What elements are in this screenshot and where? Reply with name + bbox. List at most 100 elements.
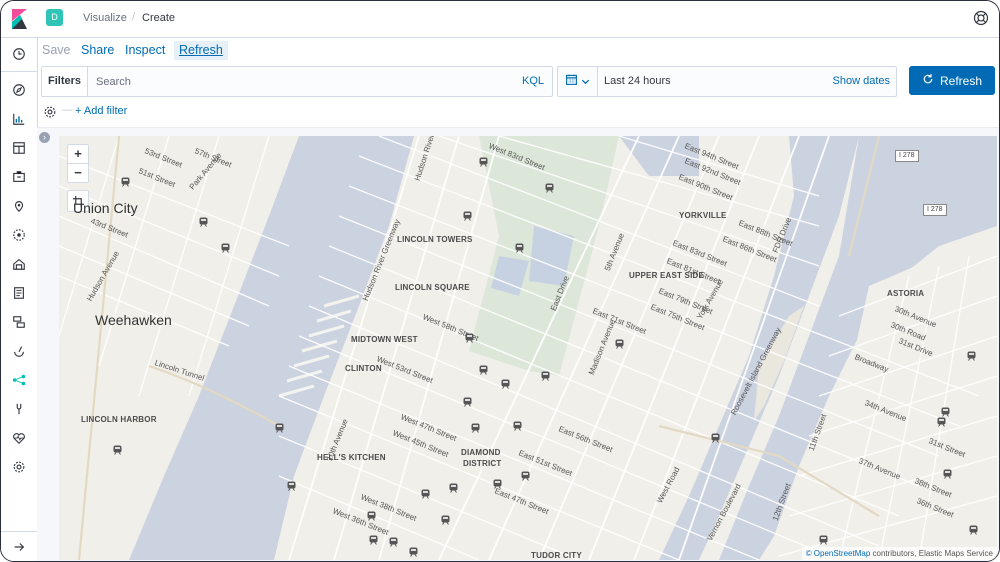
neighborhood-label: ASTORIA xyxy=(887,289,925,298)
subway-station-icon xyxy=(441,512,450,525)
subway-station-icon xyxy=(287,478,296,491)
chevron-down-icon xyxy=(581,73,590,91)
left-nav xyxy=(1,1,38,561)
visualize-icon[interactable] xyxy=(10,110,28,128)
neighborhood-label: LINCOLN SQUARE xyxy=(395,283,470,292)
space-avatar[interactable]: D xyxy=(46,9,63,26)
refresh-button-label: Refresh xyxy=(939,73,983,88)
top-nav-menu: Save Share Inspect Refresh xyxy=(37,37,999,63)
neighborhood-label: MIDTOWN WEST xyxy=(351,335,418,344)
apm-icon[interactable] xyxy=(10,313,28,331)
search-input[interactable] xyxy=(88,67,516,96)
subway-station-icon xyxy=(515,240,524,253)
discover-icon[interactable] xyxy=(10,81,28,99)
help-globe-icon[interactable] xyxy=(973,10,989,26)
subway-station-icon xyxy=(465,330,474,343)
subway-station-icon xyxy=(711,430,720,443)
kql-language-toggle[interactable]: KQL xyxy=(522,75,544,87)
monitoring-icon[interactable] xyxy=(10,429,28,447)
subway-station-icon xyxy=(513,418,522,431)
management-gear-icon[interactable] xyxy=(10,458,28,476)
sidebar-collapse-arrow-icon[interactable]: › xyxy=(39,132,50,143)
neighborhood-label: YORKVILLE xyxy=(679,211,727,220)
maps-icon[interactable] xyxy=(10,197,28,215)
subway-station-icon xyxy=(937,414,946,427)
subway-station-icon xyxy=(479,154,488,167)
subway-station-icon xyxy=(471,420,480,433)
subway-station-icon xyxy=(967,348,976,361)
subway-station-icon xyxy=(409,544,418,557)
query-bar: Filters KQL xyxy=(41,66,553,97)
subway-station-icon xyxy=(275,420,284,433)
map-base-layer xyxy=(59,136,997,560)
city-label: Union City xyxy=(73,200,138,216)
highway-shield: I 278 xyxy=(923,204,947,216)
machine-learning-icon[interactable] xyxy=(10,226,28,244)
zoom-controls: + − xyxy=(67,144,89,183)
refresh-button[interactable]: Refresh xyxy=(909,66,995,95)
subway-station-icon xyxy=(521,468,530,481)
neighborhood-label: LINCOLN HARBOR xyxy=(81,415,157,424)
refresh-icon xyxy=(922,73,934,88)
recently-viewed-icon[interactable] xyxy=(10,45,28,63)
save-button[interactable]: Save xyxy=(42,43,71,57)
neighborhood-label: LINCOLN TOWERS xyxy=(397,235,473,244)
subway-station-icon xyxy=(449,480,458,493)
subway-station-icon xyxy=(819,532,828,545)
date-range-text[interactable]: Last 24 hours xyxy=(604,75,671,87)
filter-settings-gear-icon[interactable] xyxy=(43,105,57,119)
refresh-menu-button[interactable]: Refresh xyxy=(174,41,228,60)
subway-station-icon xyxy=(221,240,230,253)
date-picker: Last 24 hours Show dates xyxy=(557,66,897,97)
uptime-icon[interactable] xyxy=(10,342,28,360)
subway-station-icon xyxy=(421,486,430,499)
filter-separator: — xyxy=(62,104,73,116)
attribution-text: contributors, Elastic Maps Service xyxy=(870,549,994,558)
highway-shield: I 278 xyxy=(895,150,919,162)
dev-tools-icon[interactable] xyxy=(10,400,28,418)
kibana-logo-icon[interactable] xyxy=(10,9,28,29)
share-button[interactable]: Share xyxy=(81,43,114,57)
logs-icon[interactable] xyxy=(10,284,28,302)
subway-station-icon xyxy=(367,508,376,521)
breadcrumb-separator: / xyxy=(132,11,136,23)
subway-station-icon xyxy=(545,180,554,193)
subway-station-icon xyxy=(969,522,978,535)
subway-station-icon xyxy=(941,404,950,417)
subway-station-icon xyxy=(463,394,472,407)
osm-attribution-link[interactable]: © OpenStreetMap xyxy=(806,549,871,558)
subway-station-icon xyxy=(121,174,130,187)
add-filter-button[interactable]: + Add filter xyxy=(75,105,127,117)
map-attribution: © OpenStreetMap contributors, Elastic Ma… xyxy=(801,547,997,560)
city-label: Weehawken xyxy=(95,312,172,328)
visualization-area: › + − Union City Weehawken LINCOLN TOWER… xyxy=(37,127,999,561)
quick-menu-button[interactable] xyxy=(558,67,598,96)
dashboard-icon[interactable] xyxy=(10,139,28,157)
subway-station-icon xyxy=(369,532,378,545)
subway-station-icon xyxy=(199,214,208,227)
inspect-button[interactable]: Inspect xyxy=(125,43,165,57)
expand-nav-arrow-icon[interactable] xyxy=(10,538,28,556)
canvas-icon[interactable] xyxy=(10,168,28,186)
subway-station-icon xyxy=(493,476,502,489)
subway-station-icon xyxy=(615,336,624,349)
graph-icon[interactable] xyxy=(10,371,28,389)
coordinate-map[interactable]: + − Union City Weehawken LINCOLN TOWERS … xyxy=(59,136,997,560)
breadcrumb-visualize[interactable]: Visualize xyxy=(83,12,127,24)
calendar-icon xyxy=(565,73,578,91)
subway-station-icon xyxy=(943,466,952,479)
app-window: D Visualize / Create Save Share Inspect … xyxy=(0,0,1000,562)
show-dates-link[interactable]: Show dates xyxy=(833,75,890,87)
zoom-out-button[interactable]: − xyxy=(68,163,88,182)
subway-station-icon xyxy=(541,368,550,381)
zoom-in-button[interactable]: + xyxy=(68,145,88,163)
subway-station-icon xyxy=(113,442,122,455)
neighborhood-label: DIAMOND xyxy=(461,448,501,457)
neighborhood-label: TUDOR CITY xyxy=(531,551,582,560)
subway-station-icon xyxy=(479,362,488,375)
neighborhood-label: CLINTON xyxy=(345,364,382,373)
breadcrumb-create: Create xyxy=(142,12,176,24)
subway-station-icon xyxy=(389,534,398,547)
infrastructure-icon[interactable] xyxy=(10,255,28,273)
filters-label: Filters xyxy=(42,67,88,96)
